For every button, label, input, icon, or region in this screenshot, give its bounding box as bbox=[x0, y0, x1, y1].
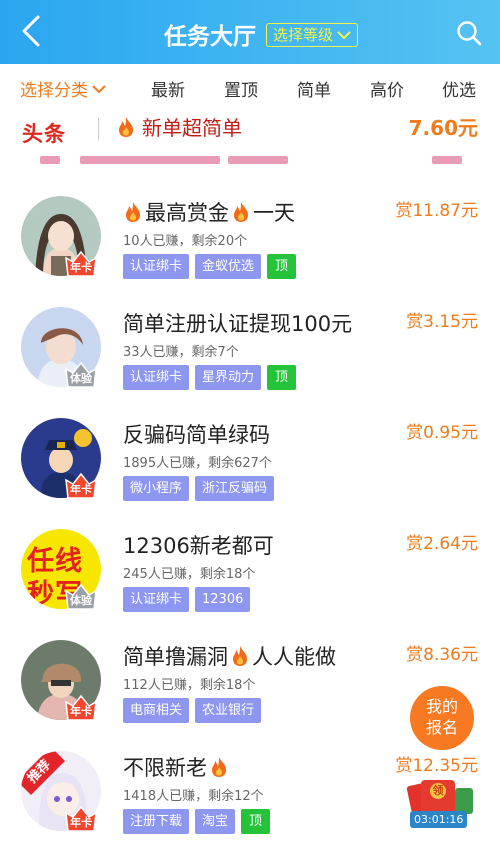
tab-label: 选择分类 bbox=[20, 81, 88, 101]
filter-tabs: 选择分类 最新 置顶 简单 高价 优选 bbox=[0, 64, 500, 110]
float-line-2: 报名 bbox=[425, 718, 458, 737]
chevron-down-icon bbox=[337, 31, 351, 40]
membership-badge: 体验 bbox=[63, 361, 99, 389]
task-title-text: 12306新老都可 bbox=[123, 534, 274, 558]
task-title-text: 不限新老 bbox=[123, 756, 207, 780]
tag-group: 注册下载 淘宝 顶 bbox=[123, 809, 271, 834]
tag-group: 微小程序 浙江反骗码 bbox=[123, 476, 275, 501]
fire-icon bbox=[233, 646, 247, 666]
task-title: 反骗码简单绿码 bbox=[123, 419, 270, 449]
red-packet-label: 领 bbox=[432, 784, 444, 797]
tab-simple[interactable]: 简单 bbox=[297, 76, 331, 101]
membership-badge: 年卡 bbox=[63, 472, 99, 500]
scrolling-text-remnant bbox=[32, 150, 472, 164]
tag: 农业银行 bbox=[195, 698, 262, 723]
task-title-text: 人人能做 bbox=[252, 645, 336, 669]
header-bar: 任务大厅 选择等级 bbox=[0, 0, 500, 64]
select-level-label: 选择等级 bbox=[273, 25, 334, 44]
countdown-timer: 03:01:16 bbox=[410, 811, 468, 828]
task-stats: 33人已赚，剩余7个 bbox=[123, 345, 239, 360]
task-title-text: 最高赏金 bbox=[145, 201, 229, 225]
task-title-text: 简单注册认证提现100元 bbox=[123, 312, 353, 336]
ticker-banner[interactable]: 头条 新单超简单 7.60元 bbox=[0, 106, 500, 150]
ticker-label: 新单超简单 bbox=[142, 116, 242, 140]
tag: 电商相关 bbox=[123, 698, 190, 723]
ticker-text: 新单超简单 bbox=[116, 112, 242, 141]
membership-badge: 年卡 bbox=[63, 805, 99, 833]
tag-group: 认证绑卡 星界动力 顶 bbox=[123, 365, 297, 390]
pinned-tag: 顶 bbox=[267, 254, 297, 279]
task-stats: 10人已赚，剩余20个 bbox=[123, 234, 248, 249]
task-title-text: 反骗码简单绿码 bbox=[123, 423, 270, 447]
tag-group: 认证绑卡 12306 bbox=[123, 587, 251, 612]
tag: 注册下载 bbox=[123, 809, 190, 834]
chevron-down-icon bbox=[92, 84, 106, 93]
task-stats: 112人已赚，剩余18个 bbox=[123, 678, 256, 693]
tag: 认证绑卡 bbox=[123, 365, 190, 390]
tab-pinned[interactable]: 置顶 bbox=[224, 76, 258, 101]
reward-amount: 赏2.64元 bbox=[406, 534, 478, 554]
badge-label: 年卡 bbox=[70, 261, 92, 274]
membership-badge: 体验 bbox=[63, 583, 99, 611]
back-arrow-icon[interactable] bbox=[18, 14, 48, 48]
badge-label: 年卡 bbox=[70, 705, 92, 718]
tag: 星界动力 bbox=[195, 365, 262, 390]
task-stats: 1418人已赚，剩余12个 bbox=[123, 789, 264, 804]
tab-newest[interactable]: 最新 bbox=[151, 76, 185, 101]
fire-icon bbox=[119, 116, 133, 137]
fire-icon bbox=[212, 757, 226, 777]
pinned-tag: 顶 bbox=[241, 809, 271, 834]
fire-icon bbox=[234, 202, 248, 222]
membership-badge: 年卡 bbox=[63, 694, 99, 722]
tag: 12306 bbox=[195, 587, 251, 612]
tag: 认证绑卡 bbox=[123, 587, 190, 612]
badge-label: 年卡 bbox=[70, 816, 92, 829]
reward-amount: 赏0.95元 bbox=[406, 423, 478, 443]
list-item[interactable]: 体验 简单注册认证提现100元 33人已赚，剩余7个 认证绑卡 星界动力 顶 赏… bbox=[0, 291, 500, 402]
my-signups-button[interactable]: 我的 报名 bbox=[410, 686, 474, 750]
tag: 认证绑卡 bbox=[123, 254, 190, 279]
reward-amount: 赏3.15元 bbox=[406, 312, 478, 332]
task-title: 不限新老 bbox=[123, 752, 229, 782]
task-stats: 245人已赚，剩余18个 bbox=[123, 567, 256, 582]
list-item[interactable]: 年卡 最高赏金 一天 10人已赚，剩余20个 认证绑卡 金蚁优选 顶 赏11.8… bbox=[0, 180, 500, 291]
tab-select-category[interactable]: 选择分类 bbox=[20, 76, 106, 101]
fire-icon bbox=[126, 202, 140, 222]
ticker-price: 7.60元 bbox=[408, 116, 478, 140]
tag-group: 认证绑卡 金蚁优选 顶 bbox=[123, 254, 297, 279]
task-stats: 1895人已赚，剩余627个 bbox=[123, 456, 272, 471]
reward-amount: 赏11.87元 bbox=[395, 201, 478, 221]
badge-label: 体验 bbox=[70, 594, 92, 607]
list-item[interactable]: 年卡 反骗码简单绿码 1895人已赚，剩余627个 微小程序 浙江反骗码 赏0.… bbox=[0, 402, 500, 513]
tag: 微小程序 bbox=[123, 476, 190, 501]
tab-preferred[interactable]: 优选 bbox=[442, 76, 476, 101]
reward-amount: 赏12.35元 bbox=[395, 756, 478, 776]
divider bbox=[98, 118, 99, 140]
task-title-text: 简单撸漏洞 bbox=[123, 645, 228, 669]
list-item[interactable]: 任线 秒写 体验 12306新老都可 245人已赚，剩余18个 认证绑卡 123… bbox=[0, 513, 500, 624]
tag: 淘宝 bbox=[195, 809, 236, 834]
search-icon[interactable] bbox=[456, 20, 482, 46]
page-title: 任务大厅 bbox=[164, 24, 256, 50]
tag: 浙江反骗码 bbox=[195, 476, 275, 501]
task-title-text: 一天 bbox=[253, 201, 295, 225]
membership-badge: 年卡 bbox=[63, 250, 99, 278]
task-title: 简单注册认证提现100元 bbox=[123, 308, 352, 338]
tag-group: 电商相关 农业银行 bbox=[123, 698, 262, 723]
float-line-1: 我的 bbox=[425, 697, 458, 716]
badge-label: 年卡 bbox=[70, 483, 92, 496]
badge-label: 体验 bbox=[70, 372, 92, 385]
task-list: 年卡 最高赏金 一天 10人已赚，剩余20个 认证绑卡 金蚁优选 顶 赏11.8… bbox=[0, 180, 500, 846]
reward-amount: 赏8.36元 bbox=[406, 645, 478, 665]
select-level-button[interactable]: 选择等级 bbox=[266, 23, 359, 47]
task-title: 简单撸漏洞 人人能做 bbox=[123, 641, 336, 671]
toutiao-logo: 头条 bbox=[22, 122, 66, 146]
tab-high-price[interactable]: 高价 bbox=[370, 76, 404, 101]
pinned-tag: 顶 bbox=[267, 365, 297, 390]
tag: 金蚁优选 bbox=[195, 254, 262, 279]
task-title: 最高赏金 一天 bbox=[123, 197, 295, 227]
task-title: 12306新老都可 bbox=[123, 530, 274, 560]
